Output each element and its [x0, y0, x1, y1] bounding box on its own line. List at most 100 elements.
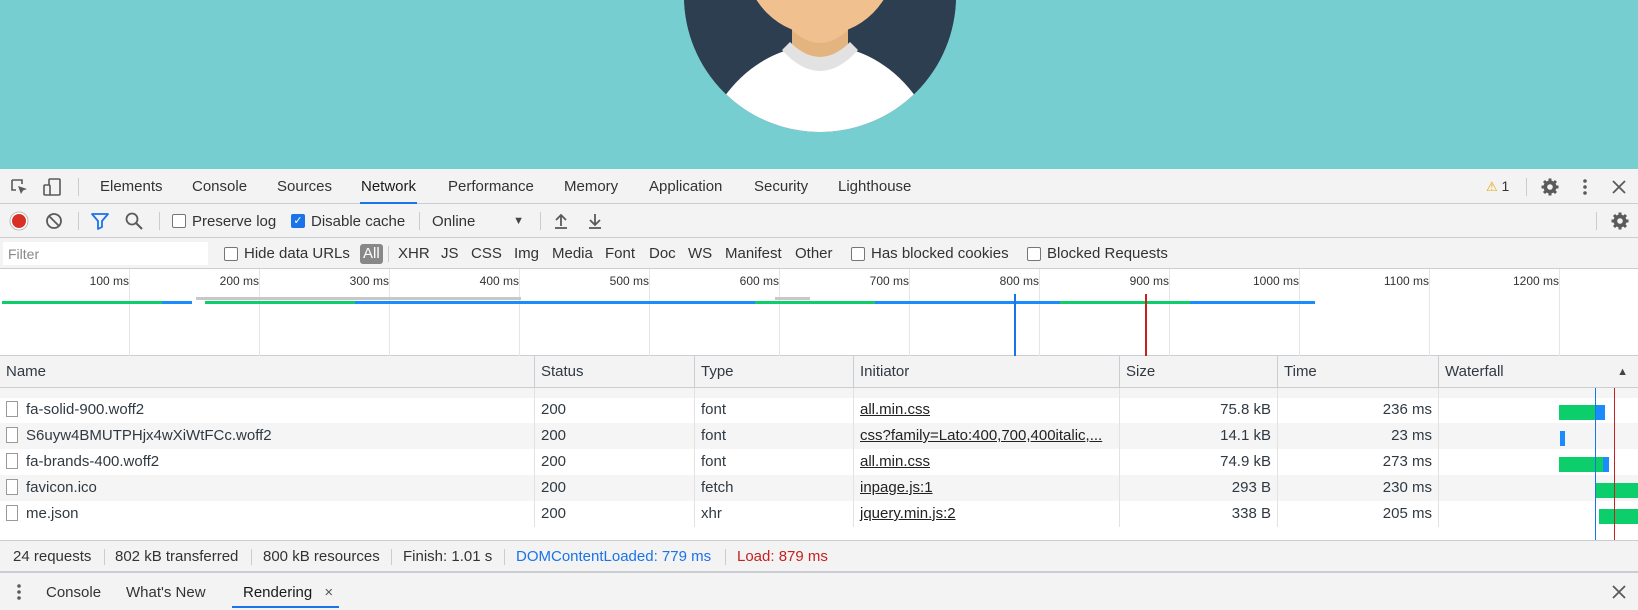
- filter-type-manifest[interactable]: Manifest: [725, 238, 782, 269]
- tab-lighthouse[interactable]: Lighthouse: [837, 169, 912, 204]
- summary-dom-content-loaded: DOMContentLoaded: 779 ms: [516, 548, 712, 565]
- request-initiator-link[interactable]: all.min.css: [854, 397, 1120, 423]
- file-icon: [6, 427, 18, 443]
- tab-network[interactable]: Network: [360, 169, 418, 204]
- waterfall-bar: [1595, 483, 1638, 498]
- blocked-requests-checkbox[interactable]: Blocked Requests: [1027, 238, 1168, 269]
- timeline-gridline: 600 ms: [740, 269, 780, 356]
- file-icon: [6, 401, 18, 417]
- divider: [251, 549, 252, 565]
- overview-bar: [875, 301, 1060, 304]
- column-header-size[interactable]: Size: [1120, 356, 1278, 388]
- request-status: 200: [535, 423, 695, 449]
- waterfall-bar: [1559, 405, 1595, 420]
- export-har-icon[interactable]: [585, 211, 605, 231]
- filter-type-ws[interactable]: WS: [688, 238, 712, 269]
- filter-type-media[interactable]: Media: [552, 238, 593, 269]
- filter-type-other[interactable]: Other: [795, 238, 833, 269]
- drawer-tab-whats-new[interactable]: What's New: [126, 577, 206, 608]
- clear-icon[interactable]: [44, 211, 64, 231]
- gear-icon[interactable]: [1540, 177, 1560, 197]
- table-row[interactable]: S6uyw4BMUTPHjx4wXiWtFCc.woff2 200 font c…: [0, 423, 1638, 449]
- request-initiator-link[interactable]: all.min.css: [854, 449, 1120, 475]
- waterfall-bar: [1560, 431, 1565, 446]
- close-drawer-icon[interactable]: [1609, 582, 1629, 602]
- column-header-initiator[interactable]: Initiator: [854, 356, 1120, 388]
- hide-data-urls-checkbox[interactable]: Hide data URLs: [224, 238, 350, 269]
- search-icon[interactable]: [124, 211, 144, 231]
- network-overview-timeline[interactable]: 100 ms 200 ms 300 ms 400 ms 500 ms 600 m…: [0, 269, 1638, 356]
- checkbox[interactable]: ✓: [291, 214, 305, 228]
- disable-cache-checkbox[interactable]: ✓ Disable cache: [291, 211, 405, 231]
- tab-application[interactable]: Application: [648, 169, 723, 204]
- drawer-tab-rendering[interactable]: Rendering ×: [232, 577, 340, 608]
- kebab-menu-icon[interactable]: [1575, 177, 1595, 197]
- request-initiator-link[interactable]: inpage.js:1: [854, 475, 1120, 501]
- table-row[interactable]: me.json 200 xhr jquery.min.js:2 338 B 20…: [0, 501, 1638, 527]
- preserve-log-label: Preserve log: [192, 212, 277, 230]
- tab-security[interactable]: Security: [753, 169, 809, 204]
- column-header-time[interactable]: Time: [1278, 356, 1439, 388]
- throttling-select[interactable]: Online ▼: [432, 211, 524, 231]
- file-icon: [6, 505, 18, 521]
- kebab-menu-icon[interactable]: [9, 582, 29, 602]
- has-blocked-cookies-checkbox[interactable]: Has blocked cookies: [851, 238, 1009, 269]
- checkbox[interactable]: [224, 246, 238, 261]
- request-name: fa-brands-400.woff2: [26, 453, 160, 470]
- column-header-waterfall[interactable]: Waterfall ▲: [1439, 356, 1638, 388]
- column-header-status[interactable]: Status: [535, 356, 695, 388]
- request-type: font: [695, 423, 854, 449]
- table-row[interactable]: fa-brands-400.woff2 200 font all.min.css…: [0, 449, 1638, 475]
- inspect-element-icon[interactable]: [9, 177, 29, 197]
- close-tab-icon[interactable]: ×: [324, 584, 333, 601]
- column-header-type[interactable]: Type: [695, 356, 854, 388]
- request-initiator-link[interactable]: jquery.min.js:2: [854, 501, 1120, 527]
- overview-bar: [162, 301, 192, 304]
- warnings-counter[interactable]: ⚠ 1: [1486, 169, 1509, 204]
- drawer-tab-console[interactable]: Console: [46, 577, 101, 608]
- drawer-tab-label: Rendering: [243, 584, 313, 601]
- table-row[interactable]: fa-solid-900.woff2 200 font all.min.css …: [0, 397, 1638, 423]
- divider: [159, 212, 160, 230]
- request-time: 205 ms: [1278, 501, 1439, 527]
- tab-elements[interactable]: Elements: [99, 169, 164, 204]
- network-settings-gear-icon[interactable]: [1610, 211, 1630, 231]
- request-name: me.json: [26, 505, 79, 522]
- tab-performance[interactable]: Performance: [447, 169, 535, 204]
- request-time: 23 ms: [1278, 423, 1439, 449]
- filter-type-xhr[interactable]: XHR: [398, 238, 430, 269]
- checkbox[interactable]: [172, 214, 186, 228]
- device-toolbar-icon[interactable]: [42, 177, 62, 197]
- checkbox[interactable]: [851, 246, 865, 261]
- import-har-icon[interactable]: [551, 211, 571, 231]
- filter-type-font[interactable]: Font: [605, 238, 635, 269]
- timeline-gridline: 100 ms: [90, 269, 130, 356]
- close-icon[interactable]: [1609, 177, 1629, 197]
- filter-type-img[interactable]: Img: [514, 238, 539, 269]
- tab-memory[interactable]: Memory: [563, 169, 619, 204]
- filter-type-all[interactable]: All: [360, 244, 383, 264]
- load-marker: [1614, 388, 1615, 540]
- file-icon: [6, 453, 18, 469]
- filter-input[interactable]: [3, 242, 208, 265]
- tab-console[interactable]: Console: [191, 169, 248, 204]
- hide-data-urls-label: Hide data URLs: [244, 245, 350, 262]
- filter-type-css[interactable]: CSS: [471, 238, 502, 269]
- record-icon[interactable]: [9, 211, 29, 231]
- filter-icon[interactable]: [90, 211, 110, 231]
- checkbox[interactable]: [1027, 246, 1041, 261]
- waterfall-bar: [1599, 509, 1638, 524]
- divider: [504, 549, 505, 565]
- filter-type-doc[interactable]: Doc: [649, 238, 676, 269]
- filter-type-js[interactable]: JS: [441, 238, 459, 269]
- timeline-gridline: 800 ms: [1000, 269, 1040, 356]
- timeline-gridline: 900 ms: [1130, 269, 1170, 356]
- request-status: 200: [535, 397, 695, 423]
- table-row[interactable]: favicon.ico 200 fetch inpage.js:1 293 B …: [0, 475, 1638, 501]
- request-initiator-link[interactable]: css?family=Lato:400,700,400italic,...: [854, 423, 1120, 449]
- preserve-log-checkbox[interactable]: Preserve log: [172, 211, 276, 231]
- tab-sources[interactable]: Sources: [276, 169, 333, 204]
- devtools-panel: Elements Console Sources Network Perform…: [0, 169, 1638, 610]
- column-header-name[interactable]: Name: [0, 356, 535, 388]
- chevron-down-icon: ▼: [513, 215, 524, 227]
